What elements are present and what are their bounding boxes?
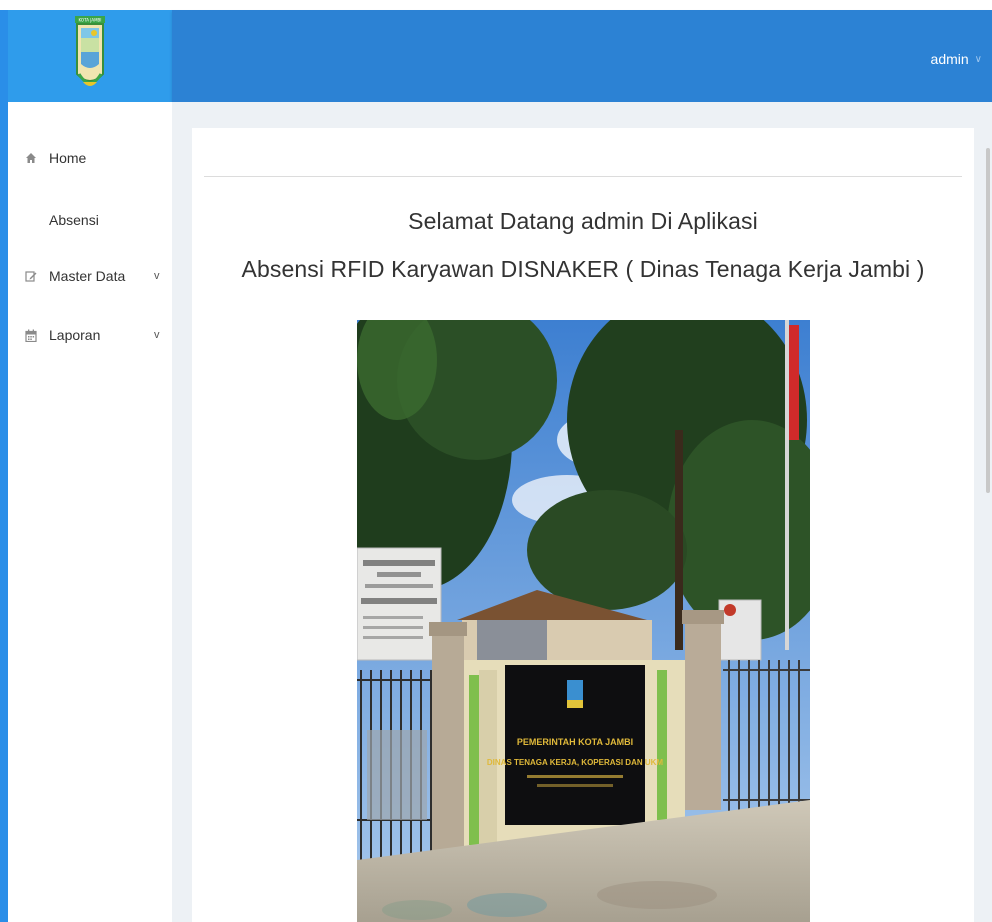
sidebar: Home Absensi Master Data v Laporan v: [8, 102, 172, 922]
chevron-down-icon[interactable]: v: [154, 270, 160, 282]
sidebar-item-label: Home: [49, 150, 87, 166]
sidebar-item-home[interactable]: Home: [8, 143, 172, 173]
sidebar-item-label: Absensi: [49, 212, 99, 228]
sidebar-item-absensi[interactable]: Absensi: [8, 205, 172, 235]
sidebar-item-label: Master Data: [49, 268, 126, 284]
page-scrollbar[interactable]: [986, 148, 990, 493]
user-name[interactable]: admin: [931, 51, 969, 67]
card-divider: [204, 176, 962, 177]
photo-sign-line1: PEMERINTAH KOTA JAMBI: [517, 737, 633, 747]
sidebar-item-label: Laporan: [49, 327, 101, 343]
logo-area[interactable]: KOTA JAMBI: [8, 10, 172, 102]
svg-text:KOTA JAMBI: KOTA JAMBI: [79, 18, 102, 23]
window-top-edge: [0, 0, 992, 10]
kota-jambi-logo: KOTA JAMBI: [75, 16, 105, 86]
home-icon: [24, 151, 38, 165]
top-navbar: admin ∨: [172, 10, 992, 102]
user-menu[interactable]: admin ∨: [931, 51, 982, 67]
photo-sign-line2: DINAS TENAGA KERJA, KOPERASI DAN UKM: [487, 758, 663, 767]
sidebar-item-laporan[interactable]: Laporan v: [8, 320, 172, 350]
calendar-icon: [24, 328, 38, 342]
welcome-subtitle: Absensi RFID Karyawan DISNAKER ( Dinas T…: [241, 256, 925, 282]
chevron-down-icon[interactable]: v: [154, 329, 160, 341]
office-photo: PEMERINTAH KOTA JAMBI DINAS TENAGA KERJA…: [357, 320, 810, 922]
sidebar-item-master-data[interactable]: Master Data v: [8, 261, 172, 291]
welcome-card: Selamat Datang admin Di Aplikasi Absensi…: [192, 128, 974, 922]
welcome-title: Selamat Datang admin Di Aplikasi: [408, 208, 758, 234]
window-left-edge: [0, 10, 8, 922]
edit-icon: [24, 269, 38, 283]
chevron-down-icon[interactable]: ∨: [975, 54, 982, 65]
